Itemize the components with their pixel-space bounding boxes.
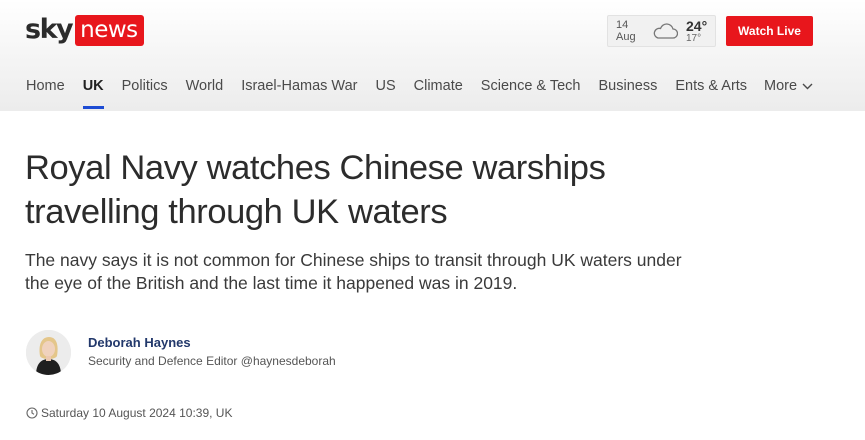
- nav-item-politics[interactable]: Politics: [122, 76, 168, 98]
- logo-sky-wordmark: sky: [25, 14, 74, 45]
- temp-low: 17°: [686, 32, 702, 44]
- main-nav: Home UK Politics World Israel-Hamas War …: [26, 76, 765, 109]
- weather-date: 14 Aug: [616, 19, 636, 43]
- nav-more-button[interactable]: More: [764, 76, 813, 96]
- masthead: sky news 14 Aug 24° 17° Watch Live Home …: [0, 0, 865, 111]
- author-role: Security and Defence Editor: [88, 353, 238, 368]
- author-name[interactable]: Deborah Haynes: [88, 335, 336, 351]
- temp-high: 24°: [686, 17, 708, 34]
- nav-item-home[interactable]: Home: [26, 76, 65, 98]
- article-headline: Royal Navy watches Chinese warships trav…: [25, 149, 606, 231]
- watch-live-button[interactable]: Watch Live: [726, 16, 813, 46]
- nav-item-uk[interactable]: UK: [82, 76, 104, 109]
- article-dateline: Saturday 10 August 2024 10:39, UK: [26, 406, 232, 420]
- nav-item-us[interactable]: US: [375, 76, 395, 98]
- nav-item-climate[interactable]: Climate: [414, 76, 463, 98]
- sky-news-logo[interactable]: sky news: [25, 14, 144, 46]
- weather-widget[interactable]: 14 Aug 24° 17°: [607, 15, 716, 47]
- article-standfirst: The navy says it is not common for Chine…: [25, 250, 682, 293]
- nav-item-science-tech[interactable]: Science & Tech: [481, 76, 581, 98]
- nav-item-business[interactable]: Business: [598, 76, 657, 98]
- author-role-line: Security and Defence Editor @haynesdebor…: [88, 353, 336, 370]
- author-photo: [26, 329, 71, 375]
- author-avatar[interactable]: [26, 329, 71, 375]
- nav-item-israel-hamas-war[interactable]: Israel-Hamas War: [241, 76, 357, 98]
- author-twitter-handle[interactable]: @haynesdeborah: [241, 354, 336, 368]
- nav-item-world[interactable]: World: [186, 76, 224, 98]
- cloud-icon: [653, 23, 678, 39]
- author-byline: Deborah Haynes Security and Defence Edit…: [26, 329, 336, 375]
- logo-news-wordmark: news: [75, 14, 144, 46]
- published-date: Saturday 10 August 2024 10:39, UK: [41, 406, 233, 420]
- nav-item-ents-arts[interactable]: Ents & Arts: [675, 76, 747, 98]
- weather-temperatures: 24° 17°: [686, 19, 707, 44]
- chevron-down-icon: [802, 83, 813, 89]
- nav-more-label: More: [764, 78, 798, 94]
- clock-icon: [26, 407, 38, 419]
- author-details: Deborah Haynes Security and Defence Edit…: [88, 335, 336, 370]
